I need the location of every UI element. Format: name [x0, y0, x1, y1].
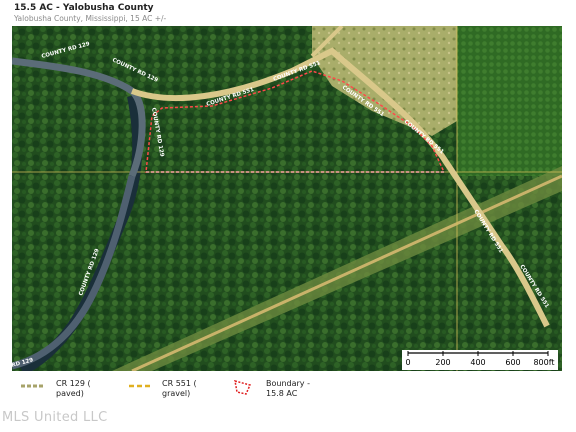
gravel-road-symbol	[129, 384, 153, 388]
label-cr551-g: COUNTY RD 551	[162, 172, 212, 178]
map-header: 15.5 AC - Yalobusha County Yalobusha Cou…	[0, 0, 576, 26]
aerial-map[interactable]: COUNTY RD 129 COUNTY RD 129 COUNTY RD 12…	[12, 26, 562, 371]
legend-paved-line1: CR 129 (	[56, 379, 91, 388]
scale-tick-800: 800ft	[533, 358, 554, 367]
legend-paved-line2: paved)	[56, 389, 84, 398]
paved-road-symbol	[21, 384, 45, 388]
legend-gravel: CR 551 ( gravel)	[162, 379, 197, 399]
pine-plantation	[457, 26, 562, 176]
scale-tick-200: 200	[435, 358, 450, 367]
legend-gravel-line2: gravel)	[162, 389, 191, 398]
scale-bar: 0 200 400 600 800ft	[402, 350, 558, 370]
legend-paved: CR 129 ( paved)	[56, 379, 91, 399]
scale-tick-400: 400	[470, 358, 485, 367]
legend-gravel-line1: CR 551 (	[162, 379, 197, 388]
scale-tick-0: 0	[405, 358, 410, 367]
aerial-map-canvas: COUNTY RD 129 COUNTY RD 129 COUNTY RD 12…	[12, 26, 562, 371]
map-subtitle: Yalobusha County, Mississippi, 15 AC +/-	[14, 14, 167, 23]
boundary-symbol	[234, 379, 252, 395]
legend-boundary-line1: Boundary -	[266, 379, 310, 388]
scale-tick-600: 600	[505, 358, 520, 367]
map-title: 15.5 AC - Yalobusha County	[14, 3, 154, 13]
legend-boundary-line2: 15.8 AC	[266, 389, 298, 398]
map-legend: CR 129 ( paved) CR 551 ( gravel) Boundar…	[0, 371, 576, 406]
legend-boundary: Boundary - 15.8 AC	[266, 379, 310, 399]
watermark: MLS United LLC	[2, 410, 108, 425]
